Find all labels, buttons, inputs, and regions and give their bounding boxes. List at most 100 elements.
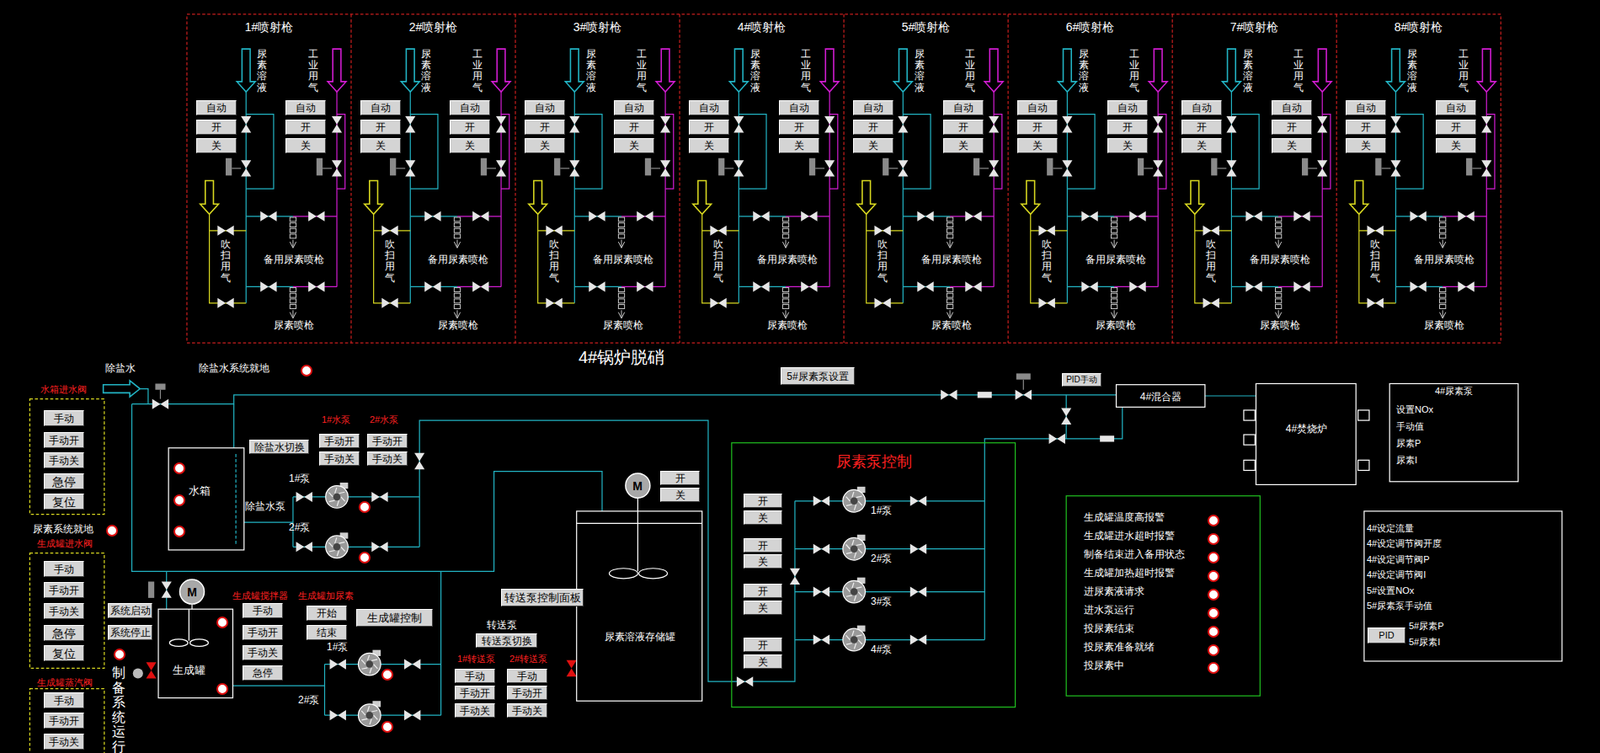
- air-valve-button[interactable]: 自动: [943, 100, 984, 116]
- switch-button[interactable]: 转送泵切换: [475, 633, 538, 648]
- valve-button[interactable]: 复位: [43, 493, 85, 510]
- urea-valve-button[interactable]: 自动: [1017, 100, 1058, 116]
- urea-valve-button[interactable]: 开: [360, 119, 401, 135]
- air-valve-button[interactable]: 自动: [778, 100, 820, 116]
- urea-pump-button[interactable]: 开: [743, 583, 783, 598]
- valve-icon: [824, 116, 835, 133]
- air-valve-button[interactable]: 自动: [1271, 100, 1312, 116]
- air-valve-button[interactable]: 开: [285, 119, 326, 135]
- system-button[interactable]: 系统启动: [107, 602, 153, 619]
- urea-valve-button[interactable]: 关: [360, 138, 401, 154]
- pump5-settings-button[interactable]: 5#尿素泵设置: [780, 367, 855, 385]
- air-valve-button[interactable]: 开: [1435, 119, 1477, 135]
- pump-button[interactable]: 手动关: [319, 451, 360, 466]
- urea-pump-button[interactable]: 关: [743, 600, 783, 615]
- valve-button[interactable]: 手动开: [43, 712, 85, 729]
- urea-pump-button[interactable]: 关: [743, 510, 783, 525]
- air-valve-button[interactable]: 自动: [285, 100, 326, 116]
- transfer-pump-button[interactable]: 手动: [454, 668, 496, 683]
- air-valve-button[interactable]: 开: [1107, 119, 1148, 135]
- air-valve-button[interactable]: 关: [285, 138, 326, 154]
- transfer-pump-button[interactable]: 手动开: [506, 685, 548, 700]
- air-valve-button[interactable]: 开: [449, 119, 491, 135]
- valve-button[interactable]: 手动开: [43, 581, 85, 598]
- urea-valve-button[interactable]: 开: [853, 119, 894, 135]
- urea-add-button[interactable]: 结束: [306, 624, 347, 640]
- air-valve-button[interactable]: 关: [943, 138, 984, 154]
- valve-button[interactable]: 手动关: [43, 452, 85, 469]
- pid-manual-button[interactable]: PID手动: [1061, 373, 1102, 387]
- valve-button[interactable]: 手动关: [43, 602, 85, 619]
- urea-valve-button[interactable]: 关: [688, 138, 730, 154]
- urea-add-button[interactable]: 开始: [306, 605, 347, 621]
- urea-valve-button[interactable]: 开: [1345, 119, 1387, 135]
- air-valve-button[interactable]: 自动: [613, 100, 655, 116]
- urea-valve-button[interactable]: 关: [1017, 138, 1058, 154]
- valve-button[interactable]: 手动开: [43, 432, 85, 448]
- urea-valve-button[interactable]: 关: [196, 138, 237, 154]
- agitator-button[interactable]: 急停: [242, 665, 283, 681]
- urea-pump-button[interactable]: 关: [743, 654, 783, 669]
- urea-valve-button[interactable]: 关: [1345, 138, 1387, 154]
- valve-button[interactable]: 手动关: [43, 733, 85, 750]
- urea-valve-button[interactable]: 开: [1181, 119, 1222, 135]
- agitator-button[interactable]: 手动: [242, 602, 283, 619]
- agitator-button[interactable]: 手动开: [242, 624, 283, 640]
- urea-pump-button[interactable]: 开: [743, 493, 783, 508]
- valve-button[interactable]: 急停: [43, 624, 85, 641]
- urea-valve-button[interactable]: 关: [524, 138, 566, 154]
- urea-valve-button[interactable]: 自动: [688, 100, 730, 116]
- air-valve-button[interactable]: 关: [778, 138, 820, 154]
- gen-control-button[interactable]: 生成罐控制: [356, 608, 433, 627]
- parameter-label: 设置NOx: [1396, 405, 1434, 415]
- pump-button[interactable]: 手动开: [319, 433, 360, 448]
- agitator-button[interactable]: 开: [660, 470, 700, 486]
- agitator-button[interactable]: 关: [660, 487, 700, 502]
- urea-valve-button[interactable]: 开: [524, 119, 566, 135]
- valve-button[interactable]: 复位: [43, 645, 85, 662]
- valve-button[interactable]: 急停: [43, 473, 85, 490]
- valve-button[interactable]: 手动: [43, 410, 85, 427]
- air-valve-button[interactable]: 关: [1107, 138, 1148, 154]
- urea-valve-button[interactable]: 开: [688, 119, 730, 135]
- air-valve-button[interactable]: 关: [449, 138, 491, 154]
- urea-valve-button[interactable]: 自动: [853, 100, 894, 116]
- transfer-pump-button[interactable]: 手动关: [506, 703, 548, 718]
- urea-pump-button[interactable]: 开: [743, 637, 783, 652]
- air-valve-button[interactable]: 开: [778, 119, 820, 135]
- urea-pump-button[interactable]: 关: [743, 554, 783, 569]
- urea-valve-button[interactable]: 关: [1181, 138, 1222, 154]
- air-valve-button[interactable]: 关: [1271, 138, 1312, 154]
- valve-button[interactable]: 手动: [43, 560, 85, 577]
- urea-valve-button[interactable]: 自动: [196, 100, 237, 116]
- urea-valve-button[interactable]: 开: [196, 119, 237, 135]
- transfer-pump-button[interactable]: 手动开: [454, 685, 496, 700]
- urea-valve-button[interactable]: 开: [1017, 119, 1058, 135]
- air-valve-button[interactable]: 自动: [1435, 100, 1477, 116]
- vertical-label: 吹扫用气: [1041, 239, 1052, 284]
- air-valve-button[interactable]: 关: [613, 138, 655, 154]
- air-valve-button[interactable]: 开: [613, 119, 655, 135]
- air-valve-button[interactable]: 关: [1435, 138, 1477, 154]
- vertical-label: 吹扫用气: [877, 239, 888, 284]
- pump-button[interactable]: 手动关: [367, 451, 408, 466]
- urea-valve-button[interactable]: 自动: [524, 100, 566, 116]
- urea-valve-button[interactable]: 关: [853, 138, 894, 154]
- air-valve-button[interactable]: 开: [943, 119, 984, 135]
- air-valve-button[interactable]: 开: [1271, 119, 1312, 135]
- transfer-panel-button[interactable]: 转送泵控制面板: [501, 588, 584, 607]
- switch-button[interactable]: 除盐水切换: [249, 439, 310, 454]
- transfer-pump-button[interactable]: 手动: [506, 668, 548, 683]
- system-button[interactable]: 系统停止: [107, 624, 153, 640]
- pump-button[interactable]: 手动开: [367, 433, 408, 448]
- air-valve-button[interactable]: 自动: [449, 100, 491, 116]
- transfer-pump-button[interactable]: 手动关: [454, 703, 496, 718]
- urea-valve-button[interactable]: 自动: [360, 100, 401, 116]
- urea-valve-button[interactable]: 自动: [1345, 100, 1387, 116]
- pid-button[interactable]: PID: [1367, 627, 1406, 644]
- urea-valve-button[interactable]: 自动: [1181, 100, 1222, 116]
- valve-button[interactable]: 手动: [43, 692, 85, 709]
- agitator-button[interactable]: 手动关: [242, 645, 283, 661]
- urea-pump-button[interactable]: 开: [743, 538, 783, 553]
- air-valve-button[interactable]: 自动: [1107, 100, 1148, 116]
